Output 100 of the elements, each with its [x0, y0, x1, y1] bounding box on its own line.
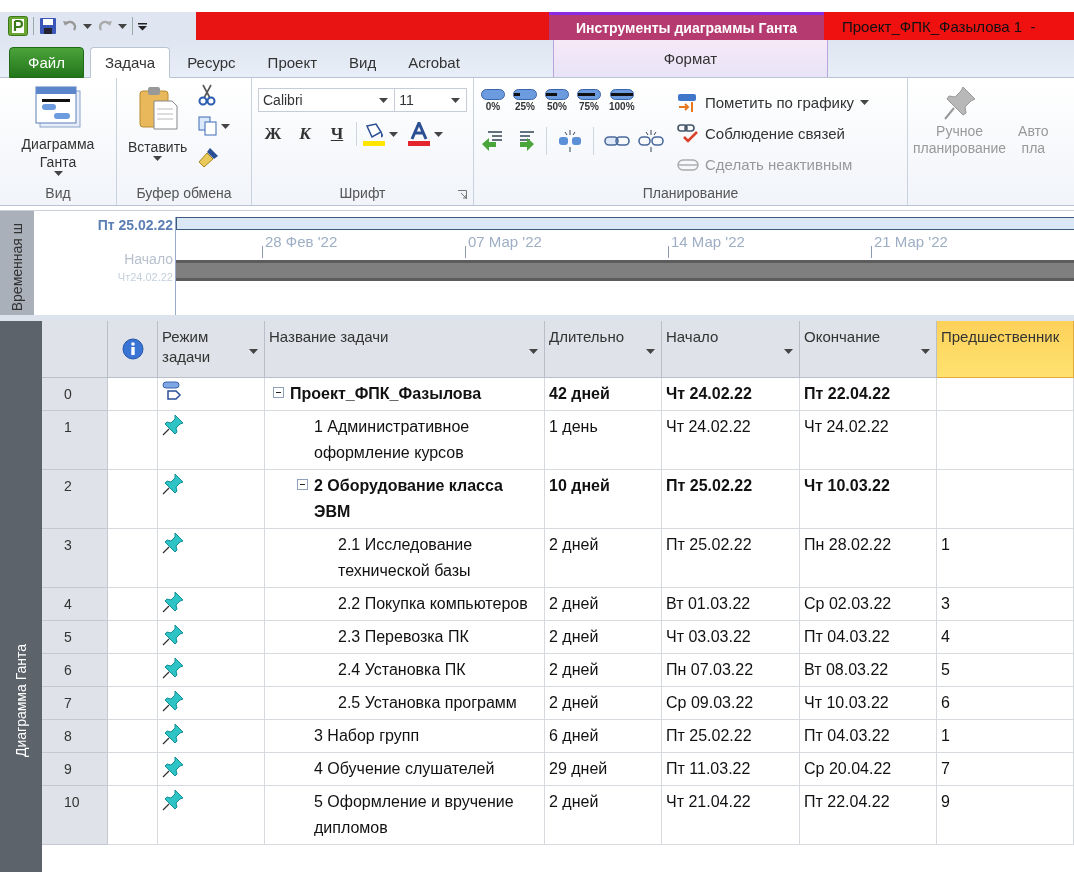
outdent-icon[interactable]: [480, 130, 504, 152]
font-menu-icon[interactable]: [379, 97, 389, 103]
row-number[interactable]: 3: [42, 529, 108, 588]
respect-links-button[interactable]: Соблюдение связей: [676, 119, 871, 148]
task-name: 3 Набор групп: [314, 726, 420, 746]
row-number[interactable]: 5: [42, 621, 108, 654]
auto-scheduled-icon: [162, 381, 182, 401]
color-menu-icon[interactable]: [434, 131, 443, 137]
ribbon-tab[interactable]: Вид: [334, 47, 392, 78]
font-color-icon[interactable]: [406, 122, 432, 146]
format-painter-icon[interactable]: [198, 146, 221, 168]
row-number[interactable]: 10: [42, 786, 108, 845]
row-number[interactable]: 4: [42, 588, 108, 621]
group-label: Вид: [44, 185, 72, 203]
mark-on-track-button[interactable]: Пометить по графику: [676, 88, 871, 117]
table-cell-text: Вт 01.03.22: [666, 594, 751, 614]
table-cell-text: Чт 03.03.22: [666, 627, 751, 647]
table-cell-text: Чт 21.04.22: [666, 792, 751, 812]
timeline-tick-label: 14 Мар '22: [671, 233, 745, 250]
pin-icon: [162, 624, 184, 646]
start-date: Чт24.02.22: [117, 271, 173, 283]
row-number[interactable]: 6: [42, 654, 108, 687]
filter-arrow-icon[interactable]: [646, 349, 655, 354]
percent-complete-button[interactable]: 100%: [608, 88, 636, 113]
redo-menu-icon[interactable]: [118, 23, 127, 29]
cut-icon[interactable]: [198, 84, 217, 106]
split-task-icon[interactable]: [557, 129, 583, 153]
customize-toolbar-icon[interactable]: [138, 21, 147, 31]
mark-menu-icon[interactable]: [860, 100, 870, 105]
file-menu-button[interactable]: Файл: [9, 47, 84, 78]
fill-color-icon[interactable]: [361, 122, 387, 146]
collapse-icon[interactable]: [273, 387, 284, 398]
collapse-icon[interactable]: [297, 479, 308, 490]
dialog-launcher-icon[interactable]: [458, 190, 467, 199]
table-cell-text: 6: [941, 693, 950, 713]
app-logo-icon[interactable]: [8, 16, 28, 36]
percent-complete-button[interactable]: 75%: [576, 88, 602, 113]
underline-button[interactable]: Ч: [322, 120, 352, 148]
filter-arrow-icon[interactable]: [921, 349, 930, 354]
copy-menu-icon[interactable]: [221, 123, 231, 129]
filter-arrow-icon[interactable]: [529, 349, 538, 354]
column-header[interactable]: Название задачи: [265, 321, 545, 378]
row-number[interactable]: 8: [42, 720, 108, 753]
unlink-icon[interactable]: [638, 129, 664, 153]
table-cell-text: Пт 04.03.22: [804, 726, 890, 746]
column-header[interactable]: [108, 321, 158, 378]
size-menu-icon[interactable]: [451, 97, 460, 103]
gantt-chart-icon: [34, 85, 82, 129]
dropdown-arrow-icon[interactable]: [53, 171, 63, 176]
font-name-field[interactable]: Calibri: [258, 88, 396, 112]
table-cell-text: Пн 28.02.22: [804, 535, 892, 555]
mark-on-track-icon: [677, 92, 699, 113]
fill-menu-icon[interactable]: [389, 131, 398, 137]
percent-complete-button[interactable]: 50%: [544, 88, 570, 113]
column-header[interactable]: Предшественник: [937, 321, 1074, 378]
gantt-chart-button[interactable]: Диаграмма Ганта: [6, 82, 110, 185]
font-size-field[interactable]: 11: [395, 88, 467, 112]
pin-icon: [162, 414, 184, 436]
percent-complete-button[interactable]: 0%: [480, 88, 506, 113]
row-number[interactable]: 1: [42, 411, 108, 470]
column-header[interactable]: Начало: [662, 321, 800, 378]
window-title: Проект_ФПК_Фазылова 1 -: [824, 12, 1074, 40]
timeline-range-band[interactable]: [176, 217, 1074, 230]
column-header[interactable]: Окончание: [800, 321, 937, 378]
ribbon-tab[interactable]: Проект: [252, 47, 332, 78]
ribbon-tab[interactable]: Задача: [89, 47, 171, 78]
filter-arrow-icon[interactable]: [249, 349, 258, 354]
row-number[interactable]: 9: [42, 753, 108, 786]
dropdown-arrow-icon[interactable]: [153, 156, 163, 161]
italic-button[interactable]: К: [290, 120, 320, 148]
pin-icon: [162, 690, 184, 712]
table-cell-text: Ср 09.03.22: [666, 693, 754, 713]
row-number[interactable]: 2: [42, 470, 108, 529]
table-cell-text: 2 дней: [549, 660, 599, 680]
column-header[interactable]: Длительно: [545, 321, 662, 378]
table-cell-text: 1: [941, 726, 950, 746]
info-icon: [121, 338, 144, 360]
ribbon-tab[interactable]: Формат: [554, 40, 827, 77]
percent-complete-button[interactable]: 25%: [512, 88, 538, 113]
start-label: Начало: [124, 251, 173, 267]
group-label: Планирование: [641, 185, 740, 203]
filter-arrow-icon[interactable]: [784, 349, 793, 354]
table-cell-text: 2 дней: [549, 627, 599, 647]
clipboard-icon: [137, 85, 178, 131]
link-icon[interactable]: [604, 134, 630, 148]
undo-menu-icon[interactable]: [83, 23, 92, 29]
table-cell-text: Вт 08.03.22: [804, 660, 889, 680]
paste-button[interactable]: Вставить: [123, 82, 193, 185]
group-label: Шрифт: [252, 185, 473, 205]
row-number[interactable]: 7: [42, 687, 108, 720]
table-cell-text: 2 дней: [549, 792, 599, 812]
table-cell-text: Пт 04.03.22: [804, 627, 890, 647]
ribbon-tab[interactable]: Ресурс: [172, 47, 251, 78]
ribbon-tab[interactable]: Acrobat: [393, 47, 475, 78]
row-number[interactable]: 0: [42, 378, 108, 411]
column-header[interactable]: Режим задачи: [158, 321, 265, 378]
table-cell-text: Ср 02.03.22: [804, 594, 892, 614]
bold-button[interactable]: Ж: [258, 120, 288, 148]
save-icon[interactable]: [39, 17, 57, 35]
pin-icon: [162, 789, 184, 811]
